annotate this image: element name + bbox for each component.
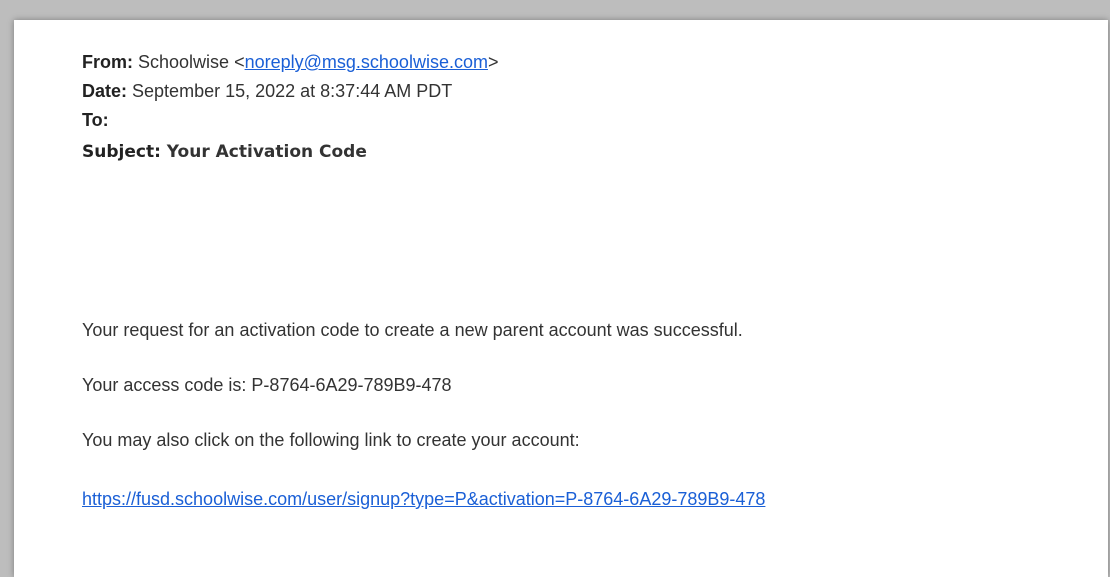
to-row: To: (82, 106, 498, 135)
from-row: From: Schoolwise <noreply@msg.schoolwise… (82, 48, 498, 77)
email-message: From: Schoolwise <noreply@msg.schoolwise… (14, 20, 1108, 577)
subject-label: Subject: (82, 142, 161, 162)
date-row: Date: September 15, 2022 at 8:37:44 AM P… (82, 77, 498, 106)
date-value: September 15, 2022 at 8:37:44 AM PDT (132, 81, 453, 101)
body-line-success: Your request for an activation code to c… (82, 320, 743, 340)
from-label: From: (82, 52, 133, 72)
body-line-access-code: Your access code is: P-8764-6A29-789B9-4… (82, 375, 452, 395)
angle-close: > (487, 52, 499, 72)
to-label: To: (82, 110, 109, 130)
body-line-link-intro: You may also click on the following link… (82, 430, 580, 450)
subject-value: Your Activation Code (166, 142, 367, 162)
subject-row: Subject: Your Activation Code (82, 138, 498, 167)
email-header: From: Schoolwise <noreply@msg.schoolwise… (82, 48, 498, 167)
angle-open: < (234, 52, 245, 72)
signup-link[interactable]: https://fusd.schoolwise.com/user/signup?… (82, 489, 765, 509)
sender-name: Schoolwise (138, 52, 230, 72)
body-line-link: https://fusd.schoolwise.com/user/signup?… (82, 489, 765, 510)
screenshot-frame: From: Schoolwise <noreply@msg.schoolwise… (0, 0, 1110, 577)
date-label: Date: (82, 81, 128, 101)
sender-email-link[interactable]: noreply@msg.schoolwise.com (245, 52, 488, 72)
